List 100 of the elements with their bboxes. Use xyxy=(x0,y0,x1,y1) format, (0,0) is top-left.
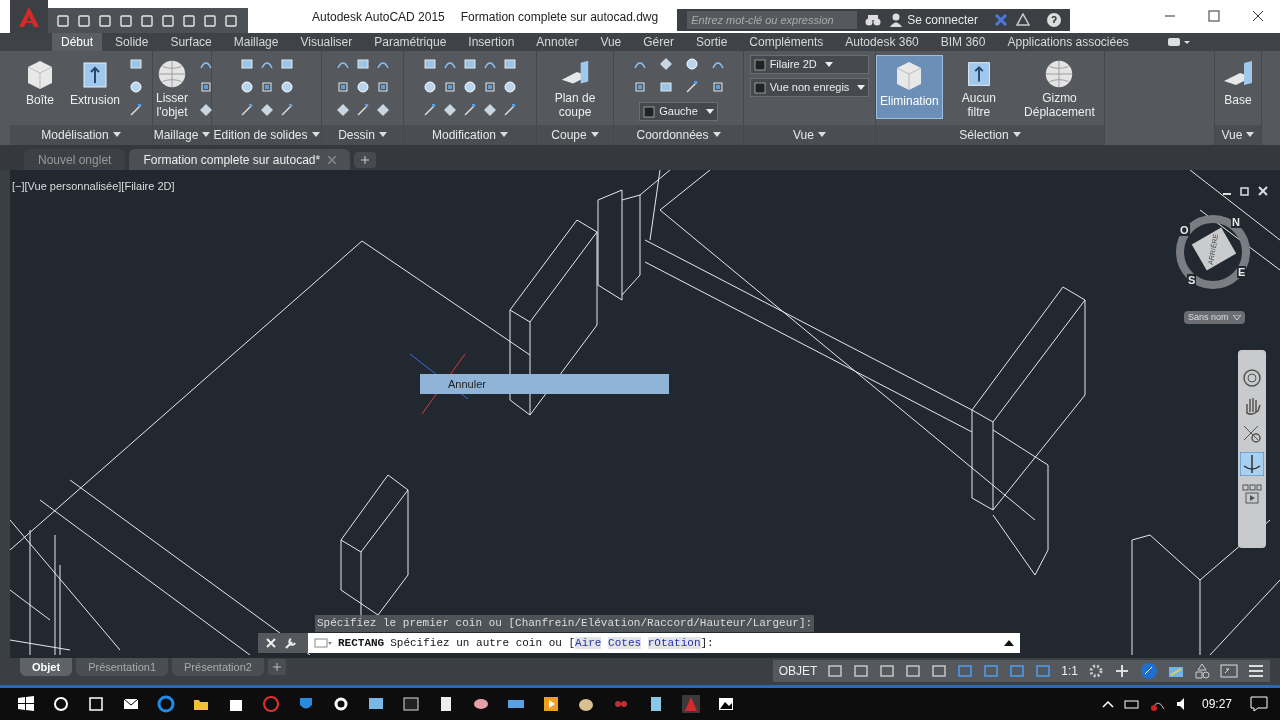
ribbon-tab[interactable]: Gérer xyxy=(634,33,683,51)
tool-icon[interactable] xyxy=(503,103,517,117)
fullscreen-icon[interactable] xyxy=(1220,664,1238,678)
help-icon[interactable] xyxy=(1045,12,1062,28)
ribbon-tab[interactable]: Visualiser xyxy=(291,33,362,51)
tool-icon[interactable] xyxy=(423,103,437,117)
view-dropdown[interactable]: Gauche xyxy=(639,102,718,121)
document-tab[interactable]: Formation complete sur autocad* xyxy=(129,149,351,170)
caret-icon[interactable] xyxy=(202,132,211,138)
caret-icon[interactable] xyxy=(590,132,599,138)
tool-icon[interactable] xyxy=(443,103,457,117)
plus-icon[interactable] xyxy=(1114,663,1130,679)
tool-icon[interactable] xyxy=(199,103,213,117)
showmotion-icon[interactable] xyxy=(1242,484,1262,504)
caret-icon[interactable] xyxy=(712,132,721,138)
tool-icon[interactable] xyxy=(199,80,213,94)
tool-icon[interactable] xyxy=(375,103,390,117)
ribbon-button[interactable]: Base xyxy=(1217,55,1259,119)
steering-wheel-icon[interactable] xyxy=(1242,368,1262,388)
exchange-icon[interactable] xyxy=(993,13,1008,27)
tool-icon[interactable] xyxy=(259,80,274,94)
sign-in-button[interactable]: Se connecter xyxy=(889,11,978,29)
add-layout-icon[interactable] xyxy=(267,659,286,675)
viewport-label[interactable]: [−][Vue personnalisée][Filaire 2D] xyxy=(12,178,175,195)
toolbar-icon[interactable] xyxy=(98,13,112,28)
battery-icon[interactable] xyxy=(1123,697,1140,711)
image-icon[interactable] xyxy=(716,695,735,713)
tool-icon[interactable] xyxy=(355,57,370,71)
browser-icon[interactable] xyxy=(156,695,175,713)
compass-ring-icon[interactable] xyxy=(1173,212,1253,292)
toolbar-icon[interactable] xyxy=(161,13,175,28)
caret-icon[interactable] xyxy=(311,132,320,138)
ribbon-button[interactable]: Plan de coupe xyxy=(537,55,613,119)
menu-icon[interactable] xyxy=(1248,664,1264,678)
tool-icon[interactable] xyxy=(129,103,143,117)
tool-icon[interactable] xyxy=(129,57,143,71)
caret-icon[interactable] xyxy=(378,132,387,138)
caret-icon[interactable] xyxy=(1012,132,1021,138)
ribbon-tab[interactable]: Paramétrique xyxy=(365,33,456,51)
tool-icon[interactable] xyxy=(684,80,699,94)
toolbar-icon[interactable] xyxy=(182,13,196,28)
tool-icon[interactable] xyxy=(279,57,294,71)
scale-button[interactable]: 1:1 xyxy=(1061,662,1078,680)
ribbon-tab[interactable]: Solide xyxy=(106,33,158,51)
tool-icon[interactable] xyxy=(239,80,254,94)
panel-title[interactable]: Vue xyxy=(793,126,814,144)
ribbon-tab[interactable]: Annoter xyxy=(527,33,588,51)
panel-title[interactable]: Sélection xyxy=(959,126,1009,144)
tool-icon[interactable] xyxy=(335,103,350,117)
zoom-icon[interactable] xyxy=(1242,424,1262,444)
tool-icon[interactable] xyxy=(259,103,274,117)
layout-tab[interactable]: Présentation2 xyxy=(172,658,264,676)
toolbar-icon[interactable] xyxy=(224,13,238,28)
caret-icon[interactable] xyxy=(1246,132,1255,138)
tool-icon[interactable] xyxy=(503,57,517,71)
ribbon-button[interactable]: Lisser l'objet xyxy=(151,55,193,119)
ribbon-tab[interactable]: Maillage xyxy=(224,33,288,51)
tool-icon[interactable] xyxy=(632,80,647,94)
caret-icon[interactable] xyxy=(112,132,121,138)
tool-icon[interactable] xyxy=(239,103,254,117)
media-player-icon[interactable] xyxy=(541,695,560,713)
triangle-icon[interactable] xyxy=(1015,13,1030,27)
tool-icon[interactable] xyxy=(658,57,673,71)
ribbon-button[interactable]: Extrusion xyxy=(67,55,123,119)
ribbon-tab[interactable]: Autodesk 360 xyxy=(836,33,928,51)
document-tab[interactable]: Nouvel onglet xyxy=(24,149,126,170)
orbit-icon[interactable] xyxy=(1240,452,1264,476)
notification-icon[interactable] xyxy=(1250,696,1268,712)
toolbar-icon[interactable] xyxy=(203,13,217,28)
autocad-icon[interactable] xyxy=(681,695,700,713)
tool-icon[interactable] xyxy=(279,103,294,117)
toolbar-icon[interactable] xyxy=(119,13,133,28)
toolbar-icon[interactable] xyxy=(140,13,154,28)
tool-icon[interactable] xyxy=(279,80,294,94)
layout-tab[interactable]: Objet xyxy=(20,658,73,676)
tool-icon[interactable] xyxy=(239,57,254,71)
new-tab-icon[interactable] xyxy=(354,152,377,168)
caret-icon[interactable] xyxy=(817,132,826,138)
model-space-button[interactable]: OBJET xyxy=(778,662,818,680)
ribbon-button[interactable]: Aucun filtre xyxy=(948,55,1009,119)
ribbon-tab[interactable]: Surface xyxy=(161,33,221,51)
search-field[interactable]: Entrez mot-clé ou expression xyxy=(687,11,858,29)
ribbon-tab[interactable]: Compléments xyxy=(740,33,833,51)
tool-icon[interactable] xyxy=(658,80,673,94)
tool-icon[interactable] xyxy=(684,57,699,71)
tool-icon[interactable] xyxy=(355,80,370,94)
shapes-icon[interactable] xyxy=(1194,663,1210,679)
tool-icon[interactable] xyxy=(710,80,725,94)
binoculars-icon[interactable] xyxy=(865,13,882,27)
tool-icon[interactable] xyxy=(355,103,370,117)
ribbon-tab[interactable]: Début xyxy=(52,33,103,51)
command-line-field[interactable]: RECTANG Spécifiez un autre coin ou [Aire Cotes rOtation]: xyxy=(308,633,1020,653)
toolbar-icon[interactable] xyxy=(77,13,91,28)
tool-icon[interactable] xyxy=(335,80,350,94)
tool-icon[interactable] xyxy=(463,103,477,117)
search-icon[interactable] xyxy=(51,695,70,713)
restore-icon[interactable] xyxy=(1240,186,1250,196)
panel-toggle-icon[interactable] xyxy=(1165,35,1192,49)
tool-icon[interactable] xyxy=(375,80,390,94)
toolbar-icon[interactable] xyxy=(56,13,70,28)
